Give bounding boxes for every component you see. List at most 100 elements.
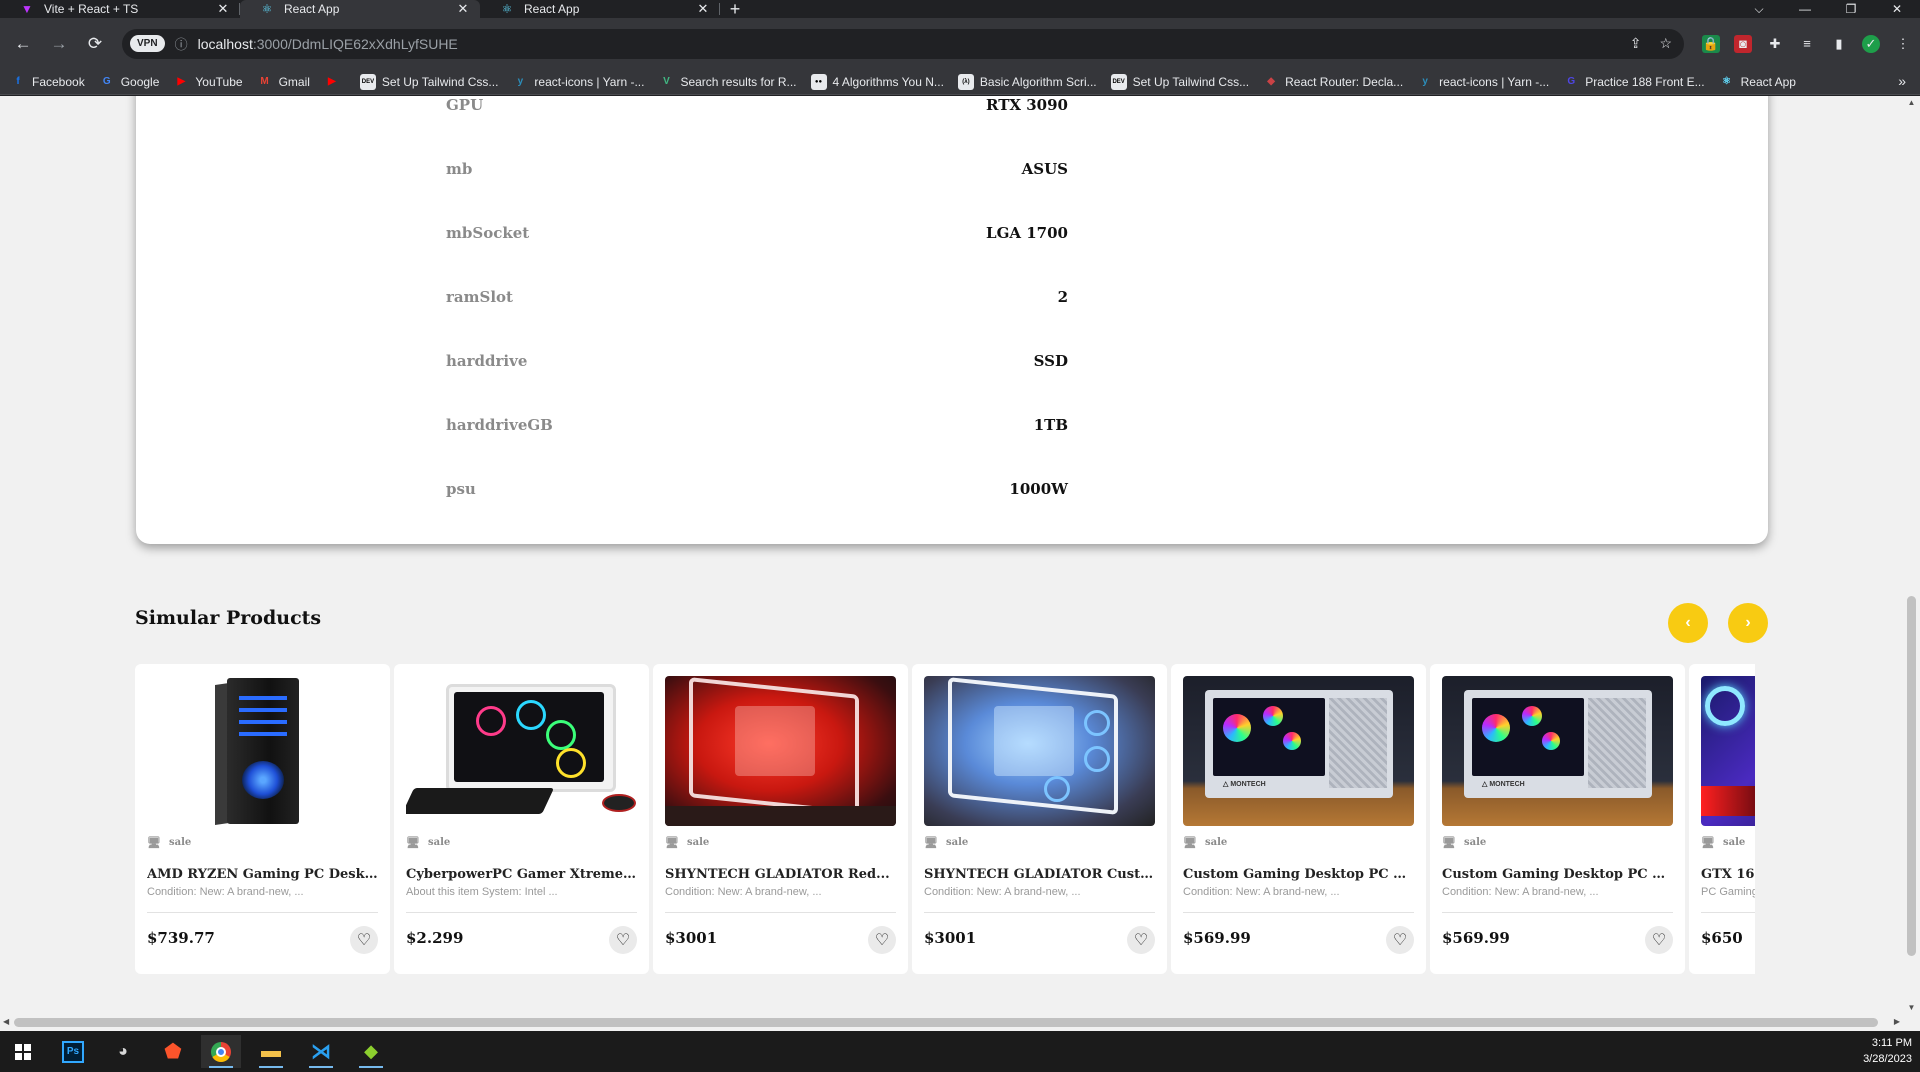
chrome-icon[interactable] [201, 1035, 241, 1068]
close-tab-icon[interactable]: ✕ [456, 1, 470, 17]
bookmark-item[interactable]: y react-icons | Yarn -... [512, 74, 645, 90]
heart-icon[interactable]: ♡ [868, 926, 896, 954]
app-icon[interactable]: ◕ [103, 1035, 143, 1068]
product-card[interactable]: 🖥 sale AMD RYZEN Gaming PC Desktop Co... Co… [135, 664, 390, 974]
product-image[interactable] [406, 676, 637, 826]
bookmark-item[interactable]: DEV Set Up Tailwind Css... [1110, 73, 1249, 90]
scroll-up-icon[interactable]: ▲ [1903, 98, 1920, 107]
scroll-right-icon[interactable]: ▶ [1894, 1017, 1900, 1026]
product-image[interactable]: △ MONTECH [1183, 676, 1414, 826]
address-bar[interactable]: VPN ⓘ localhost:3000/DdmLIQE62xXdhLyfSUH… [122, 28, 1684, 59]
horizontal-scroll-thumb[interactable] [14, 1018, 1878, 1027]
reload-icon[interactable]: ⟳ [80, 29, 110, 59]
bookmark-star-icon[interactable]: ☆ [1659, 35, 1672, 52]
photoshop-icon[interactable]: Ps [53, 1035, 93, 1068]
carousel-next-button[interactable]: › [1728, 603, 1768, 643]
vpn-extension-icon[interactable]: 🔒 [1702, 34, 1720, 53]
file-explorer-icon[interactable]: ▬ [251, 1035, 291, 1068]
bookmark-label: Set Up Tailwind Css... [381, 74, 499, 89]
close-window-icon[interactable]: ✕ [1874, 0, 1920, 18]
product-card[interactable]: △ MONTECH 🖥 sale Custom Gaming Desktop PC A… [1171, 664, 1426, 974]
red-extension-icon[interactable]: ◙ [1734, 34, 1752, 53]
product-name[interactable]: CyberpowerPC Gamer Xtreme VR G... [406, 867, 637, 882]
product-card[interactable]: 🖥saleGTX 1650PC Gaming$650♡ [1689, 664, 1755, 974]
menu-kebab-icon[interactable]: ⋮ [1894, 35, 1912, 53]
heart-icon[interactable]: ♡ [1386, 926, 1414, 954]
product-name[interactable]: SHYNTECH GLADIATOR Red... [665, 867, 896, 882]
product-image[interactable] [147, 676, 378, 826]
yarn-icon: y [517, 76, 524, 87]
product-card[interactable]: △ MONTECH 🖥 sale Custom Gaming Desktop PC A… [1430, 664, 1685, 974]
back-arrow-icon[interactable]: ← [8, 29, 38, 59]
product-card[interactable]: 🖥 sale CyberpowerPC Gamer Xtreme VR G... Ab… [394, 664, 649, 974]
extensions-puzzle-icon[interactable]: ✚ [1766, 35, 1784, 53]
site-info-icon[interactable]: ⓘ [175, 34, 188, 53]
windows-start-icon[interactable] [3, 1035, 43, 1068]
vertical-scrollbar[interactable]: ▲ ▼ [1903, 96, 1920, 1014]
vertical-scroll-thumb[interactable] [1907, 596, 1916, 956]
shield-check-icon[interactable]: ✓ [1862, 34, 1880, 53]
product-name[interactable]: Custom Gaming Desktop PC AMD R... [1183, 867, 1414, 882]
product-image[interactable]: △ MONTECH [1442, 676, 1673, 826]
product-name[interactable]: Custom Gaming Desktop PC AMD R... [1442, 867, 1673, 882]
vpn-badge[interactable]: VPN [130, 35, 165, 52]
product-name[interactable]: GTX 1650 [1701, 867, 1755, 882]
product-image[interactable] [1701, 676, 1755, 826]
desktop-computer-icon: 🖥 [1701, 836, 1715, 849]
horizontal-scrollbar[interactable]: ◀ ▶ [0, 1014, 1903, 1031]
category-label: sale [1205, 836, 1228, 848]
system-clock[interactable]: 3:11 PM 3/28/2023 [1863, 1035, 1912, 1067]
bookmark-label: Practice 188 Front E... [1585, 74, 1705, 89]
url-path: :3000/DdmLIQE62xXdhLyfSUHE [252, 35, 458, 52]
bookmark-item[interactable]: G Practice 188 Front E... [1563, 74, 1704, 90]
desktop-computer-icon: 🖥 [665, 836, 679, 849]
media-queue-icon[interactable]: ≡ [1798, 35, 1816, 53]
bookmark-item[interactable]: y react-icons | Yarn -... [1417, 74, 1549, 90]
scroll-left-icon[interactable]: ◀ [3, 1017, 9, 1026]
tab-search-icon[interactable]: ⌵ [1736, 0, 1782, 18]
omnibox-actions: ⇪ ☆ [1630, 29, 1672, 59]
share-icon[interactable]: ⇪ [1630, 35, 1642, 52]
browser-tab-3[interactable]: ⚛ React App ✕ [480, 0, 720, 18]
bookmark-item[interactable]: (λ) Basic Algorithm Scri... [957, 73, 1097, 90]
bookmarks-overflow-icon[interactable]: » [1898, 73, 1906, 89]
close-tab-icon[interactable]: ✕ [216, 1, 230, 17]
dev-icon: DEV [359, 73, 376, 90]
bookmark-item[interactable]: M Gmail [257, 74, 310, 90]
spec-key: GPU [446, 96, 484, 114]
side-panel-icon[interactable]: ▮ [1830, 35, 1848, 53]
heart-icon[interactable]: ♡ [609, 926, 637, 954]
scroll-down-icon[interactable]: ▼ [1903, 1003, 1920, 1012]
bookmark-item[interactable]: V Search results for R... [658, 74, 796, 90]
product-image[interactable] [924, 676, 1155, 826]
bookmark-item[interactable]: ▶ YouTube [173, 74, 243, 90]
product-card[interactable]: 🖥 sale SHYNTECH GLADIATOR Custom Gami... Co… [912, 664, 1167, 974]
close-tab-icon[interactable]: ✕ [696, 1, 710, 17]
vscode-icon[interactable]: ⋊ [301, 1035, 341, 1068]
product-image[interactable] [665, 676, 896, 826]
heart-icon[interactable]: ♡ [1645, 926, 1673, 954]
spec-value: 1TB [1033, 416, 1068, 434]
bookmark-item[interactable]: ▶ [324, 74, 346, 90]
product-name[interactable]: AMD RYZEN Gaming PC Desktop Co... [147, 867, 378, 882]
forward-arrow-icon[interactable]: → [44, 29, 74, 59]
bookmark-item[interactable]: ◆ React Router: Decla... [1263, 74, 1403, 90]
heart-icon[interactable]: ♡ [1127, 926, 1155, 954]
browser-tab-2[interactable]: ⚛ React App ✕ [240, 0, 480, 18]
product-name[interactable]: SHYNTECH GLADIATOR Custom Gami... [924, 867, 1155, 882]
heart-icon[interactable]: ♡ [350, 926, 378, 954]
browser-tab-1[interactable]: ▼ Vite + React + TS ✕ [0, 0, 240, 18]
product-price: $650 [1701, 929, 1743, 947]
product-card[interactable]: 🖥 sale SHYNTECH GLADIATOR Red... Condition:… [653, 664, 908, 974]
brave-icon[interactable]: ⬟ [153, 1035, 193, 1068]
minimize-icon[interactable]: — [1782, 0, 1828, 18]
bookmark-item[interactable]: ⚛ React App [1719, 74, 1796, 90]
carousel-prev-button[interactable]: ‹ [1668, 603, 1708, 643]
bookmark-item[interactable]: ●● 4 Algorithms You N... [810, 73, 944, 90]
bookmark-item[interactable]: f Facebook [10, 74, 84, 90]
bookmark-item[interactable]: DEV Set Up Tailwind Css... [359, 73, 499, 90]
git-icon[interactable]: ◆ [351, 1035, 391, 1068]
restore-icon[interactable]: ❐ [1828, 0, 1874, 18]
new-tab-button[interactable]: + [720, 0, 750, 19]
bookmark-item[interactable]: G Google [99, 74, 160, 90]
